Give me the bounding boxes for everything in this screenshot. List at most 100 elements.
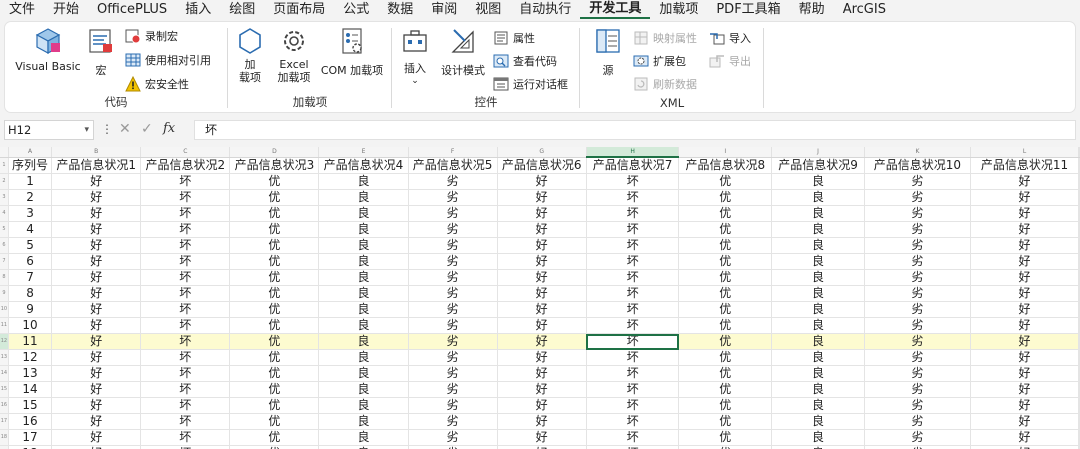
column-header[interactable]: A (8, 147, 53, 158)
cell[interactable]: 良 (318, 333, 409, 350)
cell[interactable]: 优 (678, 397, 773, 414)
cell[interactable]: 劣 (864, 269, 972, 286)
cell[interactable]: 11 (8, 333, 53, 350)
cell[interactable] (1078, 189, 1080, 206)
cell[interactable]: 好 (51, 269, 142, 286)
excel-addins-button[interactable]: Excel 加载项 (273, 26, 315, 84)
cell[interactable]: 坏 (586, 253, 680, 270)
cell[interactable]: 好 (51, 429, 142, 446)
cell[interactable]: 劣 (408, 269, 498, 286)
cell[interactable]: 坏 (140, 301, 231, 318)
cell[interactable]: 良 (318, 365, 409, 382)
cell[interactable]: 坏 (140, 173, 231, 190)
cell[interactable]: 优 (678, 285, 773, 302)
cell[interactable]: 好 (970, 317, 1079, 334)
menu-tab[interactable]: 公式 (334, 1, 378, 19)
cell[interactable]: 劣 (408, 317, 498, 334)
cell[interactable]: 良 (318, 285, 409, 302)
cell[interactable]: 好 (51, 301, 142, 318)
cell[interactable]: 良 (771, 333, 865, 350)
cell[interactable] (1078, 157, 1080, 174)
cell[interactable]: 优 (678, 189, 773, 206)
cell[interactable]: 坏 (140, 381, 231, 398)
cell[interactable]: 坏 (140, 269, 231, 286)
cell[interactable]: 坏 (586, 205, 680, 222)
menu-tab[interactable]: 帮助 (790, 1, 834, 19)
xml-source-button[interactable]: 源 (591, 26, 625, 77)
cell[interactable]: 劣 (408, 253, 498, 270)
row-header[interactable]: 1 (0, 157, 9, 174)
cell[interactable]: 坏 (586, 173, 680, 190)
cell[interactable]: 好 (970, 173, 1079, 190)
cell[interactable]: 坏 (586, 269, 680, 286)
cell[interactable]: 良 (318, 221, 409, 238)
import-button[interactable]: 导入 (709, 28, 751, 48)
row-header[interactable]: 15 (0, 381, 9, 398)
cell[interactable]: 好 (970, 237, 1079, 254)
cell[interactable]: 12 (8, 349, 53, 366)
cell[interactable]: 好 (970, 445, 1079, 449)
cell[interactable]: 劣 (864, 349, 972, 366)
cell[interactable]: 好 (497, 397, 587, 414)
menu-tab[interactable]: 审阅 (422, 1, 466, 19)
row-header[interactable]: 10 (0, 301, 9, 318)
cell[interactable]: 良 (771, 429, 865, 446)
column-header[interactable]: E (318, 147, 409, 158)
cell[interactable]: 劣 (408, 221, 498, 238)
cell[interactable]: 劣 (864, 205, 972, 222)
cell[interactable]: 产品信息状况3 (229, 157, 320, 174)
cell[interactable] (1078, 429, 1080, 446)
cell[interactable]: 劣 (864, 189, 972, 206)
cell[interactable]: 坏 (586, 301, 680, 318)
cell[interactable]: 产品信息状况7 (586, 157, 680, 174)
cell[interactable]: 产品信息状况5 (408, 157, 498, 174)
cell[interactable]: 好 (51, 413, 142, 430)
cell[interactable]: 好 (497, 365, 587, 382)
column-header-overflow[interactable] (1078, 147, 1080, 158)
cell[interactable]: 好 (497, 221, 587, 238)
cell[interactable]: 优 (678, 253, 773, 270)
cell[interactable]: 5 (8, 237, 53, 254)
cell[interactable]: 优 (229, 381, 320, 398)
cell[interactable]: 2 (8, 189, 53, 206)
cell[interactable]: 良 (318, 349, 409, 366)
cell[interactable]: 好 (970, 413, 1079, 430)
cell[interactable]: 坏 (586, 381, 680, 398)
cell[interactable]: 好 (970, 221, 1079, 238)
cell[interactable] (1078, 365, 1080, 382)
map-properties-button[interactable]: 映射属性 (633, 28, 697, 48)
cell[interactable]: 优 (678, 445, 773, 449)
cell[interactable]: 坏 (140, 333, 231, 350)
expansion-packs-button[interactable]: 扩展包 (633, 51, 686, 71)
cell[interactable]: 良 (318, 173, 409, 190)
cell[interactable]: 好 (970, 349, 1079, 366)
cell[interactable]: 好 (51, 397, 142, 414)
column-header[interactable]: K (864, 147, 972, 158)
cell[interactable]: 劣 (864, 317, 972, 334)
cell[interactable]: 好 (51, 189, 142, 206)
cancel-icon[interactable]: ✕ (119, 121, 131, 137)
cell[interactable]: 好 (51, 173, 142, 190)
cell[interactable]: 好 (51, 349, 142, 366)
menu-tab[interactable]: ArcGIS (834, 1, 895, 19)
cell[interactable]: 7 (8, 269, 53, 286)
cell[interactable]: 16 (8, 413, 53, 430)
cell[interactable]: 良 (771, 269, 865, 286)
cell[interactable]: 产品信息状况9 (771, 157, 865, 174)
cell[interactable]: 3 (8, 205, 53, 222)
relative-references-button[interactable]: 使用相对引用 (125, 50, 211, 70)
row-header[interactable]: 7 (0, 253, 9, 270)
cell[interactable]: 优 (229, 205, 320, 222)
cell[interactable]: 劣 (864, 381, 972, 398)
cell[interactable]: 好 (970, 269, 1079, 286)
cell[interactable]: 18 (8, 445, 53, 449)
macro-security-button[interactable]: 宏安全性 (125, 74, 189, 94)
row-header[interactable]: 11 (0, 317, 9, 334)
cell[interactable]: 劣 (864, 333, 972, 350)
column-header[interactable]: F (408, 147, 498, 158)
cell[interactable]: 坏 (586, 189, 680, 206)
menu-tab[interactable]: 页面布局 (264, 1, 334, 19)
chevron-down-icon[interactable]: ▾ (84, 121, 89, 139)
cell[interactable]: 坏 (140, 317, 231, 334)
cell[interactable]: 优 (678, 269, 773, 286)
